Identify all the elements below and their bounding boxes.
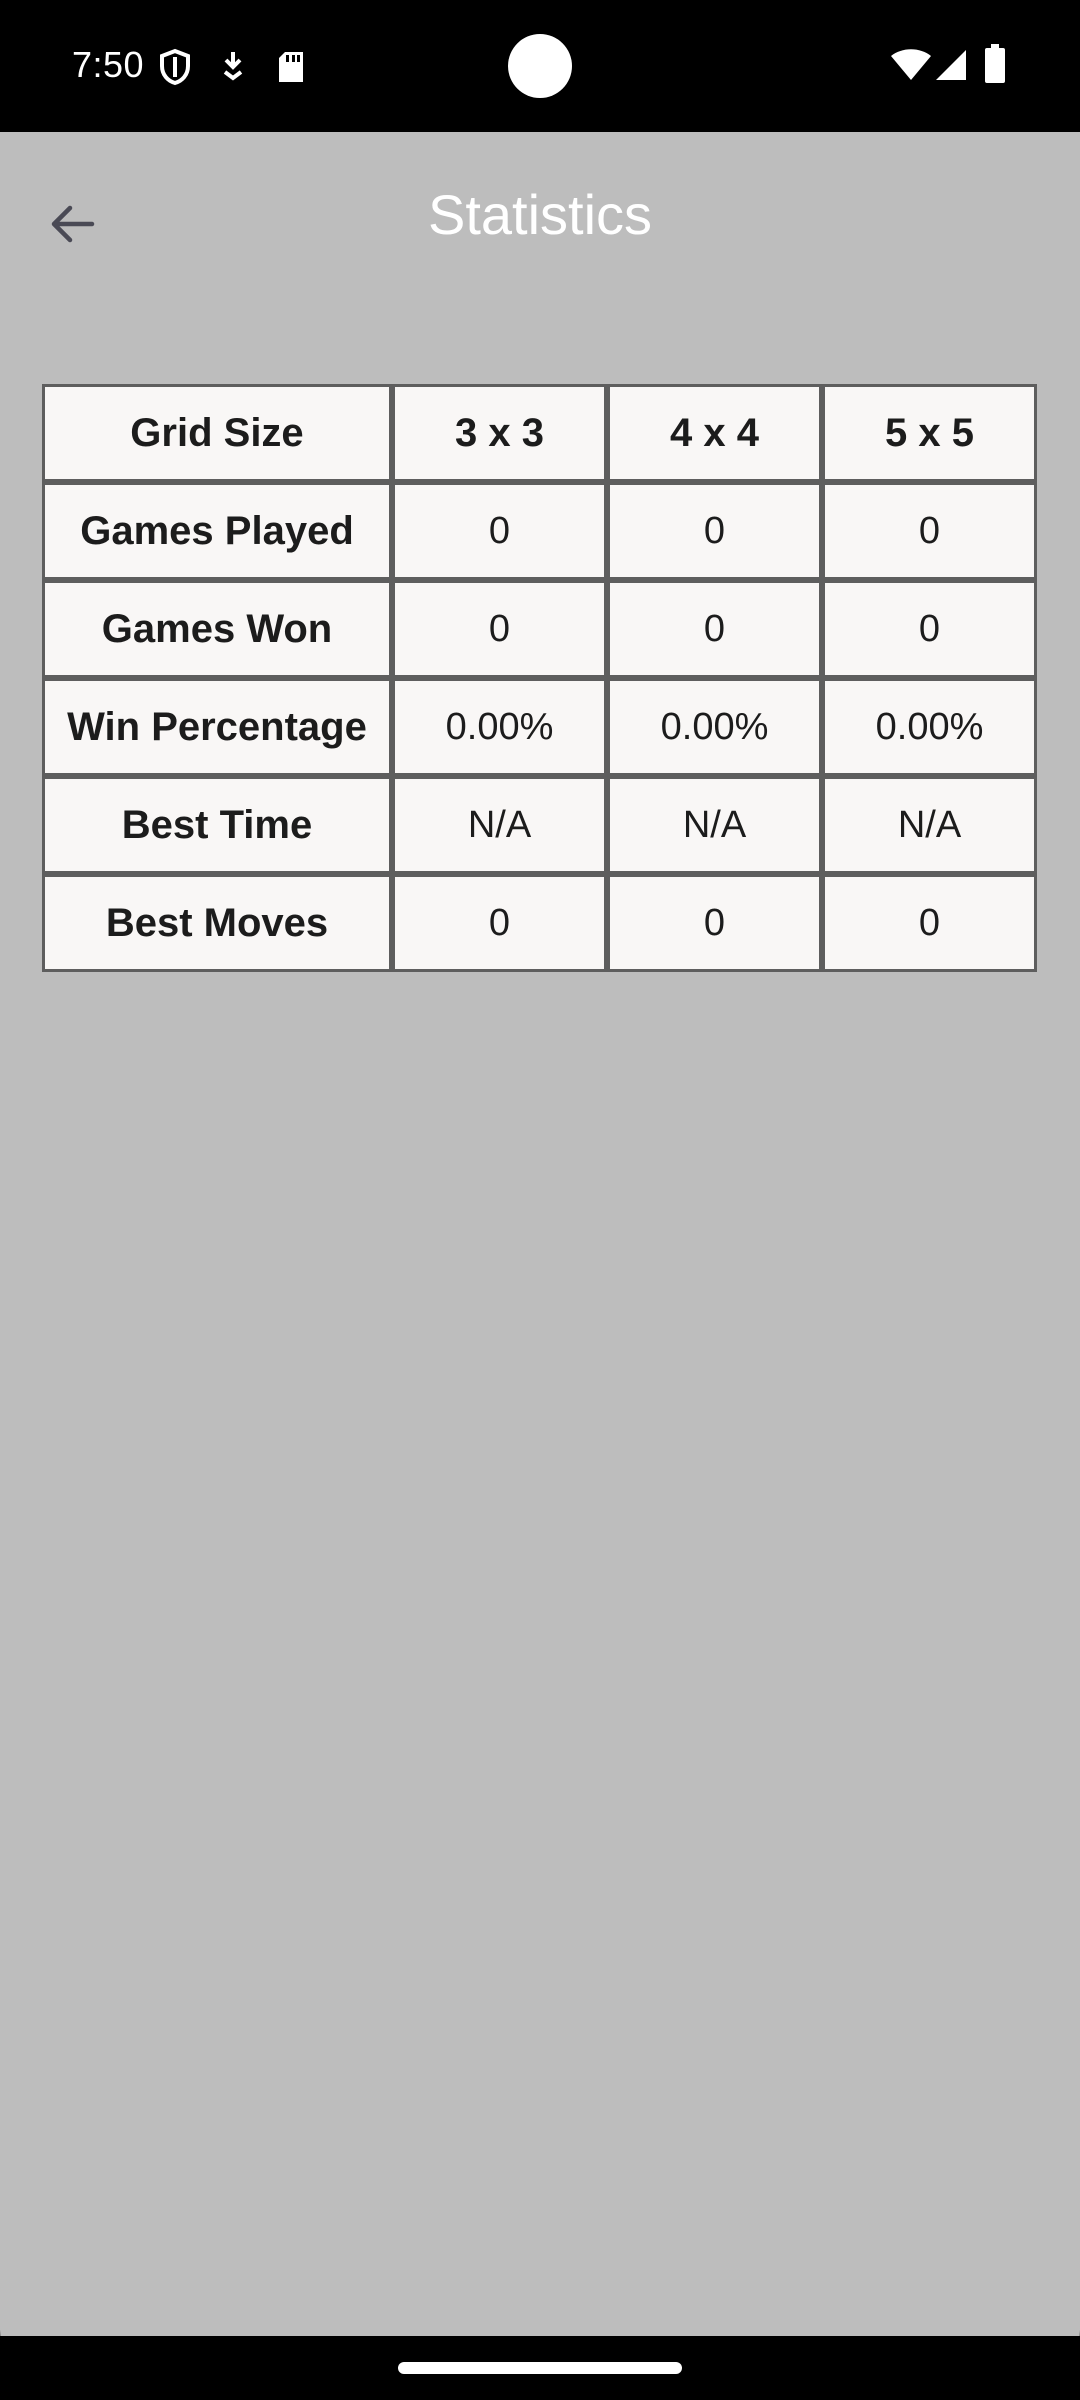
row-label: Best Time [42, 776, 392, 874]
table-cell: 0.00% [392, 678, 607, 776]
battery-icon [984, 44, 1006, 89]
sd-card-icon [276, 50, 306, 89]
status-time: 7:50 [72, 44, 145, 85]
table-cell: 0 [392, 580, 607, 678]
table-cell: 0 [392, 482, 607, 580]
page-title: Statistics [427, 183, 653, 246]
home-indicator[interactable] [398, 2362, 682, 2374]
table-cell: 0 [822, 874, 1037, 972]
header-grid-4x4: 4 x 4 [607, 384, 822, 482]
row-label: Win Percentage [42, 678, 392, 776]
download-icon [220, 50, 246, 89]
table-cell: 0 [607, 482, 822, 580]
table-row-games-won: Games Won 0 0 0 [42, 580, 1037, 678]
table-cell: 0 [392, 874, 607, 972]
table-cell: N/A [822, 776, 1037, 874]
row-label: Best Moves [42, 874, 392, 972]
table-cell: 0.00% [607, 678, 822, 776]
camera-cutout [508, 34, 572, 98]
table-cell: N/A [607, 776, 822, 874]
navigation-bar [0, 2336, 1080, 2400]
header-grid-3x3: 3 x 3 [392, 384, 607, 482]
wifi-icon [890, 48, 932, 87]
table-header-row: Grid Size 3 x 3 4 x 4 5 x 5 [42, 384, 1037, 482]
phone-screen: 7:50 Statistics Grid Size 3 x 3 4 x 4 5 … [0, 0, 1080, 2400]
table-row-best-time: Best Time N/A N/A N/A [42, 776, 1037, 874]
table-cell: 0 [607, 874, 822, 972]
shield-icon [158, 48, 192, 91]
row-label: Games Won [42, 580, 392, 678]
table-row-win-percentage: Win Percentage 0.00% 0.00% 0.00% [42, 678, 1037, 776]
statistics-screen: Statistics Grid Size 3 x 3 4 x 4 5 x 5 G… [0, 132, 1080, 2336]
table-cell: 0 [822, 482, 1037, 580]
row-label: Games Played [42, 482, 392, 580]
top-app-bar: Statistics [0, 132, 1080, 304]
header-label: Grid Size [42, 384, 392, 482]
header-grid-5x5: 5 x 5 [822, 384, 1037, 482]
table-row-best-moves: Best Moves 0 0 0 [42, 874, 1037, 972]
statistics-table: Grid Size 3 x 3 4 x 4 5 x 5 Games Played… [42, 384, 1037, 972]
table-row-games-played: Games Played 0 0 0 [42, 482, 1037, 580]
table-cell: 0 [822, 580, 1037, 678]
table-cell: 0.00% [822, 678, 1037, 776]
signal-icon [934, 48, 968, 87]
table-cell: 0 [607, 580, 822, 678]
table-cell: N/A [392, 776, 607, 874]
status-bar: 7:50 [0, 0, 1080, 132]
